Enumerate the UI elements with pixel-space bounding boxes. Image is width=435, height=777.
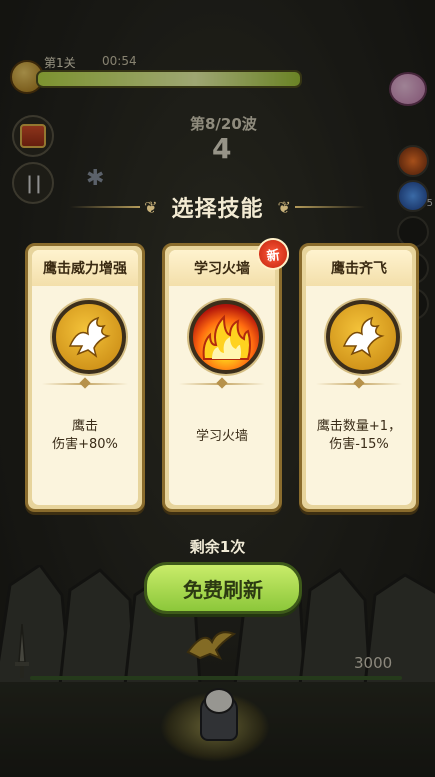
title-divider-left xyxy=(70,206,141,208)
dialog-title-row: ❦ 选择技能 ❦ xyxy=(0,190,435,224)
dialog-title: 选择技能 xyxy=(171,197,264,222)
eagle-icon xyxy=(52,300,126,374)
card-divider-ornament xyxy=(79,377,91,389)
card-divider-ornament xyxy=(216,377,228,389)
card-divider-ornament xyxy=(353,377,365,389)
desc-line-1: 学习火墙 xyxy=(195,429,248,444)
skill-card-1[interactable]: 鹰击威力增强 鹰击 伤害+80% xyxy=(25,243,145,512)
eagle-icon xyxy=(326,300,400,374)
skill-card-desc: 鹰击 伤害+80% xyxy=(38,418,132,454)
card-inner: 鹰击齐飞 鹰击数量+1， 伤害-15% xyxy=(306,250,412,505)
skill-card-desc: 学习火墙 xyxy=(175,428,269,446)
fire-wall-icon xyxy=(189,300,263,374)
desc-line-1: 鹰击数量+1， xyxy=(316,419,402,434)
ornament-left-icon: ❦ xyxy=(144,197,158,217)
skill-card-title: 鹰击齐飞 xyxy=(306,250,412,286)
free-refresh-button[interactable]: 免费刷新 xyxy=(144,562,302,614)
skill-card-2[interactable]: 学习火墙 学习火墙 xyxy=(162,243,282,512)
desc-line-2: 伤害-15% xyxy=(329,437,389,452)
skill-card-desc: 鹰击数量+1， 伤害-15% xyxy=(312,418,406,454)
card-inner: 鹰击威力增强 鹰击 伤害+80% xyxy=(32,250,138,505)
skill-card-title: 鹰击威力增强 xyxy=(32,250,138,286)
title-divider-right xyxy=(294,206,365,208)
desc-line-2: 伤害+80% xyxy=(52,437,118,452)
remaining-refresh-count: 剩余1次 xyxy=(189,538,246,556)
desc-line-1: 鹰击 xyxy=(71,419,98,434)
ornament-right-icon: ❦ xyxy=(277,197,291,217)
card-inner: 学习火墙 学习火墙 xyxy=(169,250,275,505)
skill-card-3[interactable]: 鹰击齐飞 鹰击数量+1， 伤害-15% xyxy=(299,243,419,512)
